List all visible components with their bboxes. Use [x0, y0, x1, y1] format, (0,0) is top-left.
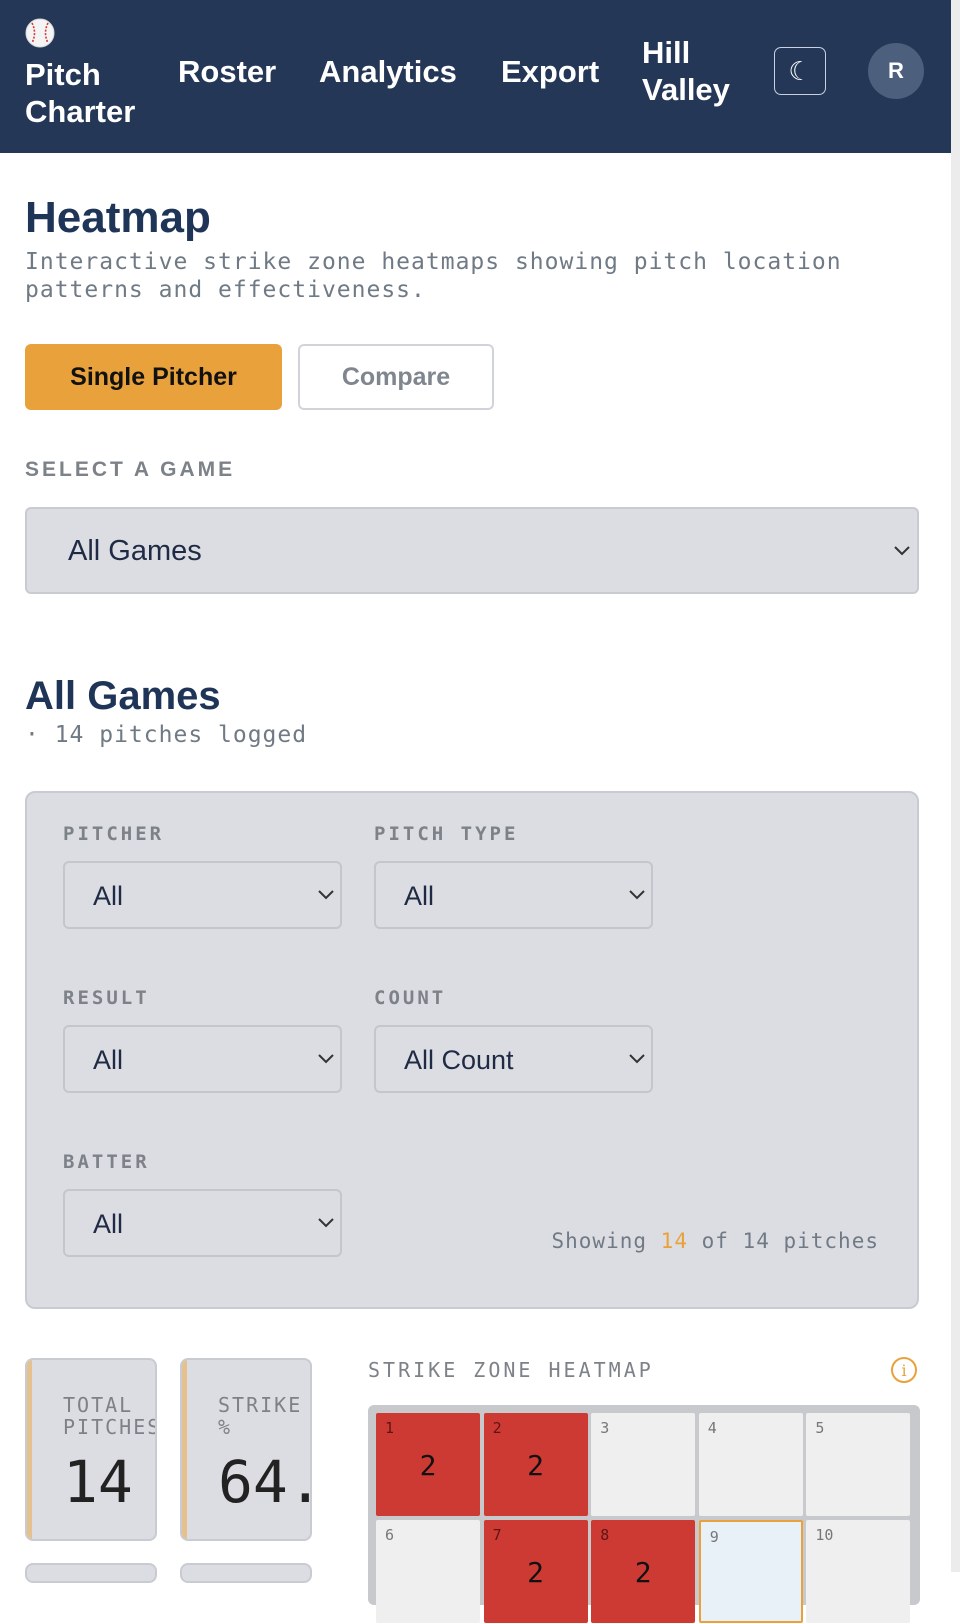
page-scrollbar[interactable]	[951, 0, 960, 1572]
pitch-type-filter-value: All	[404, 881, 435, 911]
pitcher-filter-label: PITCHER	[63, 823, 165, 845]
result-filter-value: All	[93, 1045, 124, 1075]
pitcher-filter-value: All	[93, 881, 124, 911]
stat-label: TOTAL PITCHES	[63, 1393, 157, 1439]
avatar[interactable]: R	[868, 43, 924, 99]
stat-card-strike-pct: STRIKE % 64.	[180, 1358, 312, 1541]
heatmap-cell-5[interactable]: 5	[806, 1413, 911, 1516]
stat-label: STRIKE %	[218, 1393, 303, 1439]
heatmap-cell-index: 1	[385, 1419, 395, 1437]
section-subtitle: · 14 pitches logged	[25, 722, 308, 748]
chevron-down-icon	[318, 1218, 334, 1228]
brand-line-2: Charter	[25, 94, 136, 129]
heatmap-cell-count: 2	[527, 1556, 545, 1589]
baseball-icon	[25, 18, 55, 48]
pitch-type-filter-label: PITCH TYPE	[374, 823, 519, 845]
heatmap-cell-index: 5	[815, 1419, 825, 1437]
heatmap-cell-index: 4	[707, 1419, 717, 1437]
stat-card-accent	[182, 1360, 187, 1539]
heatmap-cell-3[interactable]: 3	[591, 1413, 696, 1516]
heatmap-cell-index: 7	[492, 1526, 502, 1544]
page-title: Heatmap	[25, 193, 211, 242]
stat-value: 64.	[218, 1448, 310, 1516]
stat-card-total-pitches: TOTAL PITCHES 14	[25, 1358, 157, 1541]
compare-button[interactable]: Compare	[298, 344, 494, 410]
page-subtitle: Interactive strike zone heatmaps showing…	[25, 249, 842, 303]
count-filter-value: All Count	[404, 1045, 514, 1075]
stat-card-accent	[27, 1360, 32, 1539]
chevron-down-icon	[629, 890, 645, 900]
heatmap-cell-index: 3	[600, 1419, 610, 1437]
heatmap-cell-index: 9	[709, 1528, 719, 1546]
nav-analytics-link[interactable]: Analytics	[319, 53, 457, 90]
pitcher-filter-select[interactable]: All	[63, 861, 342, 929]
brand-line-1: Pitch	[25, 57, 101, 92]
heatmap-cell-count: 2	[419, 1449, 437, 1482]
chevron-down-icon	[318, 890, 334, 900]
showing-prefix: Showing	[551, 1229, 648, 1253]
game-select-label: SELECT A GAME	[25, 458, 236, 481]
showing-suffix: of 14 pitches	[701, 1229, 879, 1253]
game-select-value: All Games	[68, 535, 202, 567]
heatmap-cell-index: 2	[492, 1419, 502, 1437]
chevron-down-icon	[629, 1054, 645, 1064]
brand-name: Pitch Charter	[25, 56, 165, 130]
heatmap-cell-count: 2	[634, 1556, 652, 1589]
stat-value: 14	[63, 1448, 133, 1516]
chevron-down-icon	[318, 1054, 334, 1064]
team-line-1: Hill	[642, 35, 691, 70]
heatmap-cell-index: 6	[385, 1526, 395, 1544]
showing-filtered-count: 14	[660, 1229, 688, 1253]
heatmap-cell-count: 2	[527, 1449, 545, 1482]
nav-export-link[interactable]: Export	[501, 53, 599, 90]
stat-card-next	[25, 1563, 157, 1583]
team-name: Hill Valley	[642, 34, 752, 108]
batter-filter-value: All	[93, 1209, 124, 1239]
top-nav: Pitch Charter Roster Analytics Export Hi…	[0, 0, 951, 153]
single-pitcher-button[interactable]: Single Pitcher	[25, 344, 282, 410]
heatmap-cell-2[interactable]: 22	[483, 1413, 588, 1516]
heatmap-cell-index: 8	[600, 1526, 610, 1544]
pitch-type-filter-select[interactable]: All	[374, 861, 653, 929]
filter-panel: PITCHER All PITCH TYPE All RESULT All CO…	[25, 791, 919, 1309]
chevron-down-icon	[894, 546, 910, 556]
theme-toggle-button[interactable]: ☾	[774, 47, 826, 95]
game-select[interactable]: All Games	[25, 507, 919, 594]
result-filter-label: RESULT	[63, 987, 150, 1009]
info-icon[interactable]: i	[891, 1357, 917, 1383]
showing-count-text: Showing 14 of 14 pitches	[552, 1229, 880, 1253]
count-filter-select[interactable]: All Count	[374, 1025, 653, 1093]
section-title: All Games	[25, 674, 221, 718]
strike-zone-heatmap: 1 2 2 2 3 4 5 6 7 2 8 2 9 10	[368, 1405, 920, 1623]
batter-filter-label: BATTER	[63, 1151, 150, 1173]
moon-icon: ☾	[788, 55, 812, 86]
nav-roster-link[interactable]: Roster	[178, 53, 276, 90]
heatmap-cell-4[interactable]: 4	[698, 1413, 803, 1516]
heatmap-cell-1[interactable]: 12	[376, 1413, 480, 1516]
batter-filter-select[interactable]: All	[63, 1189, 342, 1257]
count-filter-label: COUNT	[374, 987, 447, 1009]
heatmap-cell-index: 10	[815, 1526, 834, 1544]
stat-card-next	[180, 1563, 312, 1583]
result-filter-select[interactable]: All	[63, 1025, 342, 1093]
team-line-2: Valley	[642, 72, 730, 107]
heatmap-label: STRIKE ZONE HEATMAP	[368, 1358, 654, 1382]
